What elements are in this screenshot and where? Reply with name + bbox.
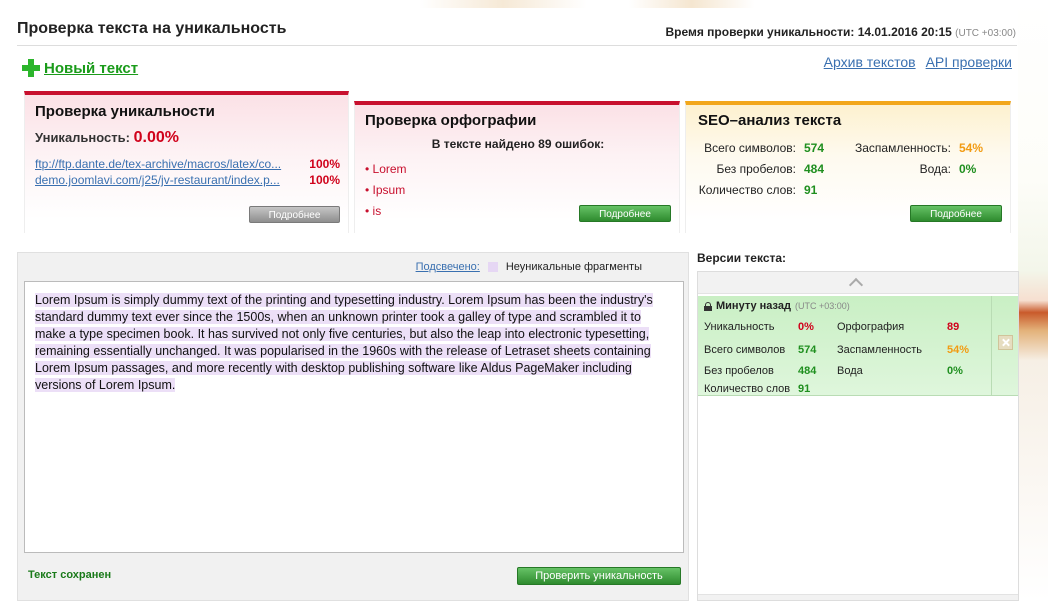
right-decoration — [1018, 0, 1048, 601]
check-time-label: Время проверки уникальности: — [665, 25, 855, 39]
seo-word-count-value: 91 — [804, 183, 818, 197]
version-uniq-label: Уникальность — [704, 321, 775, 333]
spelling-more-button[interactable]: Подробнее — [579, 205, 671, 222]
source-row: ftp://ftp.dante.de/tex-archive/macros/la… — [35, 157, 340, 171]
version-water-label: Вода — [837, 365, 863, 377]
version-divider — [991, 296, 992, 396]
lock-icon — [704, 301, 712, 311]
source-percent: 100% — [309, 157, 340, 171]
version-water-value: 0% — [947, 365, 963, 377]
seo-word-count: Количество слов: 91 — [696, 183, 818, 197]
spelling-error-item: • Ipsum — [365, 183, 406, 197]
spelling-error-item: • Lorem — [365, 162, 407, 176]
version-spam-label: Заспамленность — [837, 344, 922, 356]
editor-text: Lorem Ipsum is simply dummy text of the … — [35, 293, 653, 392]
uniqueness-card-title: Проверка уникальности — [35, 103, 215, 120]
spelling-errors-summary: В тексте найдено 89 ошибок: — [431, 137, 605, 151]
version-spelling-label: Орфография — [837, 321, 905, 333]
uniqueness-label: Уникальность: — [35, 130, 130, 145]
source-row: demo.joomlavi.com/j25/jv-restaurant/inde… — [35, 173, 340, 187]
seo-no-spaces-label: Без пробелов: — [716, 162, 797, 176]
version-words-value: 91 — [798, 383, 811, 395]
seo-card-title: SEO–анализ текста — [698, 112, 842, 129]
seo-total-chars: Всего символов: 574 — [696, 141, 824, 155]
seo-more-button[interactable]: Подробнее — [910, 205, 1002, 222]
api-link[interactable]: API проверки — [926, 54, 1012, 70]
version-spam: Заспамленность 54% — [837, 344, 969, 356]
spelling-card-title: Проверка орфографии — [365, 112, 537, 129]
seo-total-chars-value: 574 — [804, 141, 825, 155]
editor-panel: Подсвечено: Неуникальные фрагменты Lorem… — [17, 252, 689, 601]
version-no-spaces-value: 484 — [798, 365, 817, 377]
seo-spam: Заспамленность: 54% — [841, 141, 983, 155]
seo-water-label: Вода: — [919, 162, 951, 176]
versions-panel: Минуту назад (UTC +03:00) Уникальность 0… — [697, 271, 1019, 601]
versions-title: Версии текста: — [697, 251, 787, 265]
check-time-value: 14.01.2016 20:15 — [857, 25, 952, 39]
spelling-card: Проверка орфографии В тексте найдено 89 … — [354, 101, 680, 233]
version-chars-label: Всего символов — [704, 344, 786, 356]
seo-water-value: 0% — [959, 162, 977, 176]
version-water: Вода 0% — [837, 365, 963, 377]
seo-card: SEO–анализ текста Всего символов: 574 Бе… — [685, 101, 1011, 233]
version-time: Минуту назад — [716, 300, 791, 312]
version-spam-value: 54% — [947, 344, 970, 356]
top-decoration — [0, 0, 1048, 8]
check-time: Время проверки уникальности: 14.01.2016 … — [665, 25, 1016, 39]
version-no-spaces: Без пробелов 484 — [704, 365, 816, 377]
version-chars: Всего символов 574 — [704, 344, 816, 356]
source-link[interactable]: demo.joomlavi.com/j25/jv-restaurant/inde… — [35, 173, 280, 187]
spelling-error-item: • is — [365, 204, 382, 218]
header-divider — [17, 45, 1017, 46]
delete-icon[interactable] — [998, 335, 1013, 350]
version-uniq: Уникальность 0% — [704, 321, 814, 333]
saved-status: Текст сохранен — [28, 569, 112, 581]
highlight-legend-label: Неуникальные фрагменты — [505, 261, 642, 273]
archive-link[interactable]: Архив текстов — [824, 54, 916, 70]
version-no-spaces-label: Без пробелов — [704, 365, 774, 377]
seo-word-count-label: Количество слов: — [698, 183, 796, 197]
seo-no-spaces: Без пробелов: 484 — [696, 162, 825, 176]
chevron-up-icon[interactable] — [698, 272, 1018, 294]
highlight-legend: Подсвечено: Неуникальные фрагменты — [416, 261, 642, 273]
plus-icon — [22, 59, 40, 77]
check-time-tz: (UTC +03:00) — [955, 28, 1016, 39]
seo-water: Вода: 0% — [841, 162, 977, 176]
spelling-errors-list: • Lorem • Ipsum • is — [365, 162, 407, 225]
uniqueness-card: Проверка уникальности Уникальность: 0.00… — [24, 91, 349, 233]
version-header: Минуту назад (UTC +03:00) — [704, 300, 850, 312]
version-words: Количество слов 91 — [704, 383, 810, 395]
versions-scroll-bottom[interactable] — [698, 594, 1018, 600]
source-link[interactable]: ftp://ftp.dante.de/tex-archive/macros/la… — [35, 157, 281, 171]
uniqueness-value: 0.00% — [133, 129, 179, 146]
highlight-swatch — [487, 262, 498, 272]
version-uniq-value: 0% — [798, 321, 814, 333]
seo-total-chars-label: Всего символов: — [704, 141, 796, 155]
version-spelling: Орфография 89 — [837, 321, 959, 333]
uniqueness-line: Уникальность: 0.00% — [35, 129, 179, 147]
version-words-label: Количество слов — [704, 383, 791, 395]
new-text-link[interactable]: Новый текст — [22, 59, 138, 77]
seo-no-spaces-value: 484 — [804, 162, 825, 176]
seo-spam-label: Заспамленность: — [854, 141, 951, 155]
source-percent: 100% — [309, 173, 340, 187]
text-editor[interactable]: Lorem Ipsum is simply dummy text of the … — [24, 281, 684, 553]
version-chars-value: 574 — [798, 344, 817, 356]
seo-spam-value: 54% — [959, 141, 984, 155]
version-spelling-value: 89 — [947, 321, 960, 333]
check-uniqueness-button[interactable]: Проверить уникальность — [517, 567, 681, 585]
version-tz: (UTC +03:00) — [794, 301, 850, 311]
uniqueness-more-button[interactable]: Подробнее — [249, 206, 340, 223]
highlight-toggle-link[interactable]: Подсвечено: — [416, 261, 480, 273]
version-item[interactable]: Минуту назад (UTC +03:00) Уникальность 0… — [698, 296, 1018, 396]
page-title: Проверка текста на уникальность — [17, 20, 287, 37]
top-links: Архив текстов API проверки — [824, 54, 1012, 70]
new-text-label: Новый текст — [44, 59, 139, 77]
